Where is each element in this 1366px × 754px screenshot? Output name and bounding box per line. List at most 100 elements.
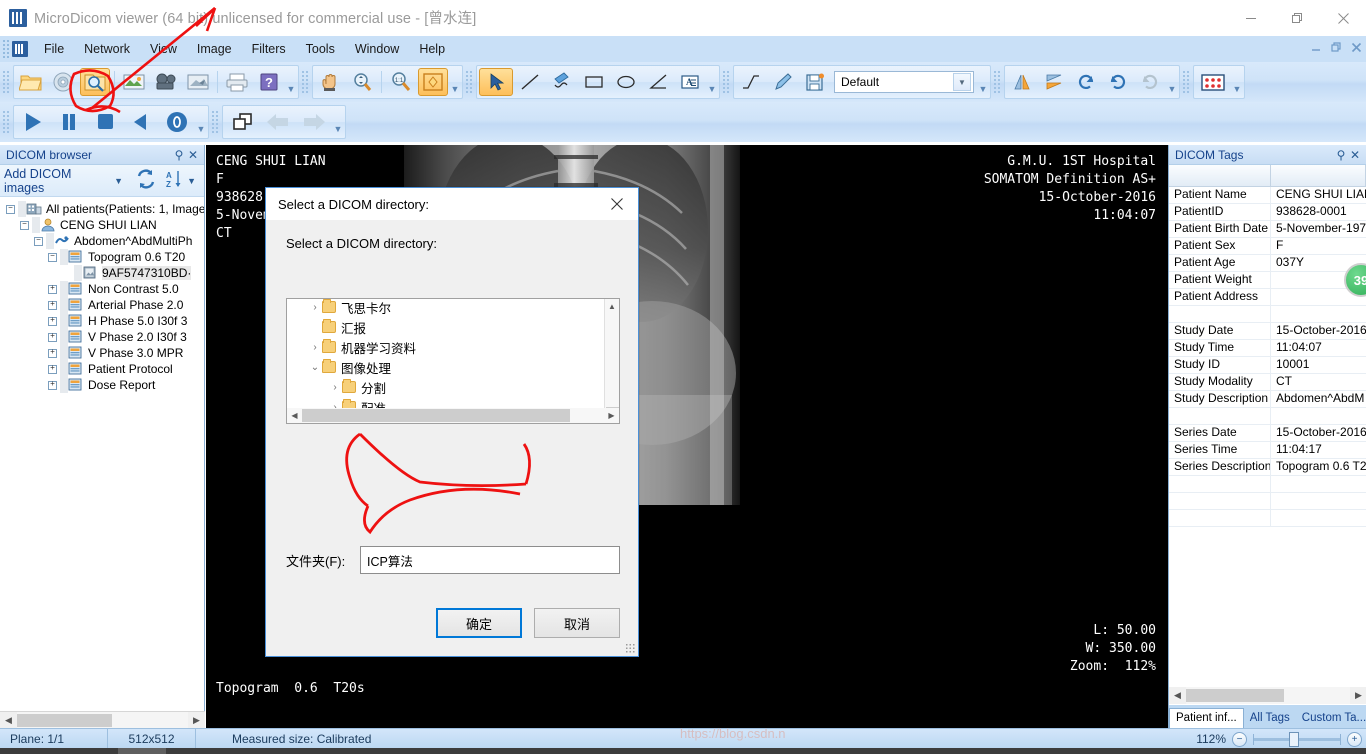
table-row[interactable] [1169,408,1366,425]
scroll-track[interactable] [302,408,604,423]
scroll-thumb[interactable] [302,409,570,422]
table-row[interactable]: Patient Weight [1169,272,1366,289]
toolbar-grip-4[interactable] [722,70,729,94]
zoom-1to1-icon[interactable]: 1:1 [386,68,416,96]
chevron-down-icon[interactable]: ⌄ [308,362,322,373]
open-cd-icon[interactable] [48,68,78,96]
mdi-restore-button[interactable] [1331,42,1342,56]
table-row[interactable]: Study ID10001 [1169,357,1366,374]
table-row[interactable] [1169,510,1366,527]
preset-combobox[interactable]: Default ▼ [834,71,974,93]
table-row[interactable]: Study Date15-October-2016 [1169,323,1366,340]
tree-node-series-h-phase[interactable]: + H Phase 5.0 I30f 3 [0,313,204,329]
chevron-down-icon[interactable]: ▼ [953,73,971,91]
fit-to-window-icon[interactable] [418,68,448,96]
toolbar-overflow-2[interactable]: ▼ [449,68,461,96]
toolbar-overflow-6[interactable]: ▼ [1231,68,1243,96]
table-row[interactable] [1169,493,1366,510]
tree-expander[interactable]: + [48,365,57,374]
back-arrow-icon[interactable] [261,108,295,136]
toolbar-grip-6[interactable] [1182,70,1189,94]
open-folder-icon[interactable] [16,68,46,96]
dir-node[interactable]: 汇报 [287,317,604,337]
close-icon[interactable]: ✕ [1348,148,1362,162]
tree-node-series-v-phase-2[interactable]: + V Phase 2.0 I30f 3 [0,329,204,345]
toolbar-grip-5[interactable] [993,70,1000,94]
directory-tree-content[interactable]: › 飞思卡尔 汇报 › 机器学习资料 ⌄ 图像处理 [287,299,604,408]
toolbar-grip-8[interactable] [211,110,218,134]
pan-hand-icon[interactable] [315,68,345,96]
tree-node-study[interactable]: − Abdomen^AbdMultiPh [0,233,204,249]
dicom-tags-table[interactable]: Patient NameCENG SHUI LIAN PatientID9386… [1169,165,1366,686]
scroll-track[interactable] [17,712,188,729]
table-row[interactable]: Patient SexF [1169,238,1366,255]
tree-expander[interactable]: + [48,349,57,358]
menu-item-file[interactable]: File [34,39,74,59]
zoom-icon[interactable] [347,68,377,96]
tree-node-all-patients[interactable]: − All patients(Patients: 1, Images: [0,201,204,217]
scroll-left-icon[interactable]: ◀ [1169,687,1186,704]
line-tool-icon[interactable] [515,68,545,96]
scroll-left-icon[interactable]: ◀ [0,712,17,729]
toolbar-grip-7[interactable] [2,110,9,134]
tree-expander[interactable]: − [20,221,29,230]
table-row[interactable]: Patient NameCENG SHUI LIAN [1169,187,1366,204]
menu-grip-handle[interactable] [2,39,10,59]
play-icon[interactable] [16,108,50,136]
tab-custom-tags[interactable]: Custom Ta... [1296,709,1366,728]
table-row[interactable] [1169,476,1366,493]
export-image-icon[interactable] [119,68,149,96]
menu-item-image[interactable]: Image [187,39,242,59]
toolbar-overflow-7[interactable]: ▼ [195,108,207,136]
sort-az-icon[interactable]: A Z [165,169,183,192]
tree-expander[interactable]: − [34,237,43,246]
scroll-thumb[interactable] [17,714,112,727]
ok-button[interactable]: 确定 [436,608,522,638]
toolbar-overflow-3[interactable]: ▼ [706,68,718,96]
stop-icon[interactable] [88,108,122,136]
toolbar-grip-2[interactable] [301,70,308,94]
reset-rotation-icon[interactable] [1135,68,1165,96]
tree-expander[interactable]: − [6,205,15,214]
ellipse-tool-icon[interactable] [611,68,641,96]
layout-grid-icon[interactable] [1196,68,1230,96]
scroll-right-icon[interactable]: ▶ [604,408,619,423]
menu-item-help[interactable]: Help [409,39,455,59]
dir-node[interactable]: › 机器学习资料 [287,337,604,357]
rotate-left-icon[interactable] [1071,68,1101,96]
tree-node-image-selected[interactable]: 9AF5747310BD· [0,265,204,281]
zoom-slider-track[interactable] [1253,738,1341,741]
zoom-out-button[interactable]: − [1232,732,1247,747]
scroll-track[interactable] [1186,687,1350,704]
table-row[interactable]: Study DescriptionAbdomen^AbdM [1169,391,1366,408]
dialog-close-icon[interactable] [602,189,632,219]
table-row[interactable] [1169,306,1366,323]
rotate-right-icon[interactable] [1103,68,1133,96]
menu-item-network[interactable]: Network [74,39,140,59]
export-video-icon[interactable] [151,68,181,96]
open-dicom-directory-icon[interactable] [80,68,110,96]
menu-item-tools[interactable]: Tools [296,39,345,59]
dialog-resize-grip[interactable] [625,643,635,653]
tree-node-series-dose-report[interactable]: + Dose Report [0,377,204,393]
sort-dropdown-icon[interactable]: ▼ [187,176,196,186]
scroll-thumb[interactable] [1186,689,1284,702]
pin-icon[interactable]: ⚲ [1334,148,1348,162]
cancel-button[interactable]: 取消 [534,608,620,638]
freehand-tool-icon[interactable] [547,68,577,96]
dir-node[interactable]: › 分割 [287,377,604,397]
window-level-curve-icon[interactable] [736,68,766,96]
angle-tool-icon[interactable] [643,68,673,96]
pin-icon[interactable]: ⚲ [172,148,186,162]
tree-expander[interactable]: + [48,333,57,342]
forward-arrow-icon[interactable] [297,108,331,136]
text-annotation-icon[interactable]: A [675,68,705,96]
table-row[interactable]: Patient Birth Date5-November-197 [1169,221,1366,238]
toolbar-overflow-8[interactable]: ▼ [332,108,344,136]
print-icon[interactable] [222,68,252,96]
toolbar-overflow-1[interactable]: ▼ [285,68,297,96]
tab-patient-info[interactable]: Patient inf... [1169,708,1244,728]
tags-horizontal-scrollbar[interactable]: ◀ ▶ [1169,687,1366,704]
refresh-icon[interactable] [135,168,157,193]
table-row[interactable]: Series Time11:04:17 [1169,442,1366,459]
